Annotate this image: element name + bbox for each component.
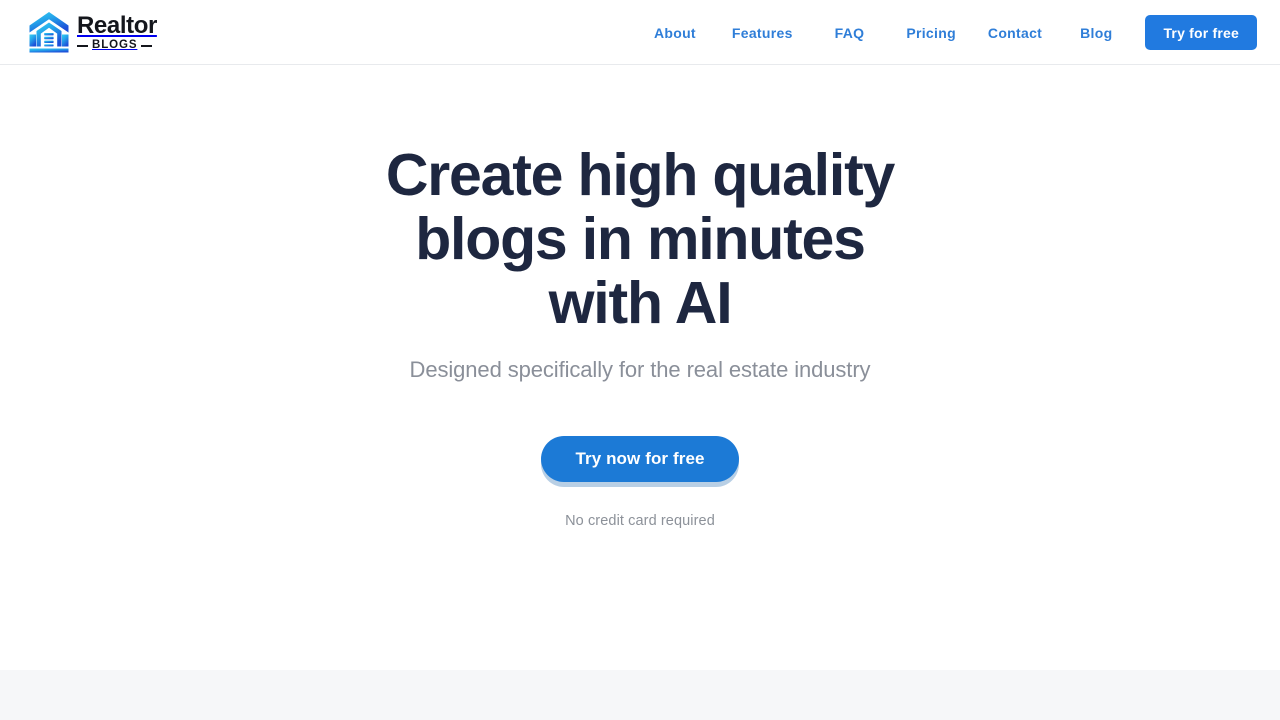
nav-link-blog[interactable]: Blog bbox=[1080, 19, 1112, 47]
header-try-for-free-button[interactable]: Try for free bbox=[1145, 15, 1257, 50]
logo-link[interactable]: Realtor BLOGS bbox=[28, 8, 157, 56]
house-document-logo-icon bbox=[29, 12, 69, 53]
logo-wordmark: Realtor BLOGS bbox=[77, 11, 157, 52]
nav-link-faq[interactable]: FAQ bbox=[835, 19, 865, 47]
hero-section: Create high quality blogs in minutes wit… bbox=[0, 65, 1280, 670]
nav-link-contact[interactable]: Contact bbox=[988, 19, 1042, 47]
primary-navigation: About Features FAQ Pricing Contact Blog … bbox=[654, 0, 1257, 65]
logo-rule-left bbox=[77, 44, 88, 47]
nav-link-pricing[interactable]: Pricing bbox=[906, 19, 956, 47]
next-section-band bbox=[0, 670, 1280, 720]
hero-subheadline: Designed specifically for the real estat… bbox=[409, 357, 871, 382]
logo-name: Realtor bbox=[77, 11, 157, 39]
logo-subtitle: BLOGS bbox=[77, 38, 157, 52]
landing-page: Realtor BLOGS About Features FAQ Pricing… bbox=[0, 0, 1280, 720]
hero-try-now-button[interactable]: Try now for free bbox=[541, 436, 739, 482]
logo-sub-text: BLOGS bbox=[92, 38, 138, 51]
nav-link-features[interactable]: Features bbox=[732, 19, 793, 47]
nav-link-about[interactable]: About bbox=[654, 19, 696, 47]
logo-rule-right bbox=[141, 44, 153, 47]
site-header: Realtor BLOGS About Features FAQ Pricing… bbox=[0, 0, 1280, 65]
hero-headline: Create high quality blogs in minutes wit… bbox=[385, 142, 895, 336]
hero-cta-group: Try now for free No credit card required bbox=[541, 436, 739, 529]
hero-fineprint: No credit card required bbox=[565, 513, 715, 529]
